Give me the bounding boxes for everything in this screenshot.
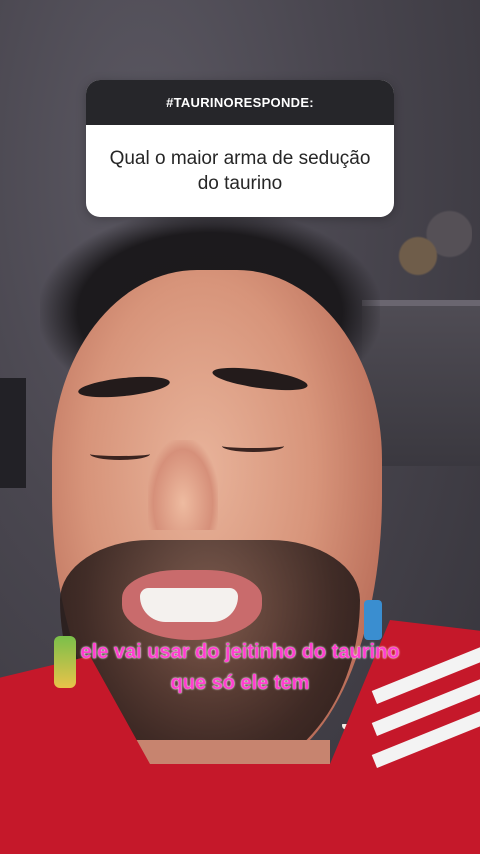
person-teeth xyxy=(140,588,238,622)
question-sticker-body: Qual o maior arma de sedução do taurino xyxy=(86,125,394,217)
subtitle-line-1: ele vai usar do jeitinho do taurino xyxy=(80,641,400,663)
left-eye xyxy=(90,448,150,460)
right-eye xyxy=(222,440,284,452)
right-earring xyxy=(364,600,382,640)
subtitle-caption: ele vai usar do jeitinho do taurino que … xyxy=(0,637,480,699)
background-frame xyxy=(0,378,26,488)
question-text-line-2: do taurino xyxy=(197,173,283,194)
question-sticker-header: #TAURINORESPONDE: xyxy=(86,80,394,125)
question-sticker[interactable]: #TAURINORESPONDE: Qual o maior arma de s… xyxy=(86,80,394,217)
subtitle-line-2: que só ele tem xyxy=(170,672,310,694)
person-nose xyxy=(148,440,218,530)
shelf-objects xyxy=(382,190,472,300)
question-text-line-1: Qual o maior arma de sedução xyxy=(109,148,371,169)
